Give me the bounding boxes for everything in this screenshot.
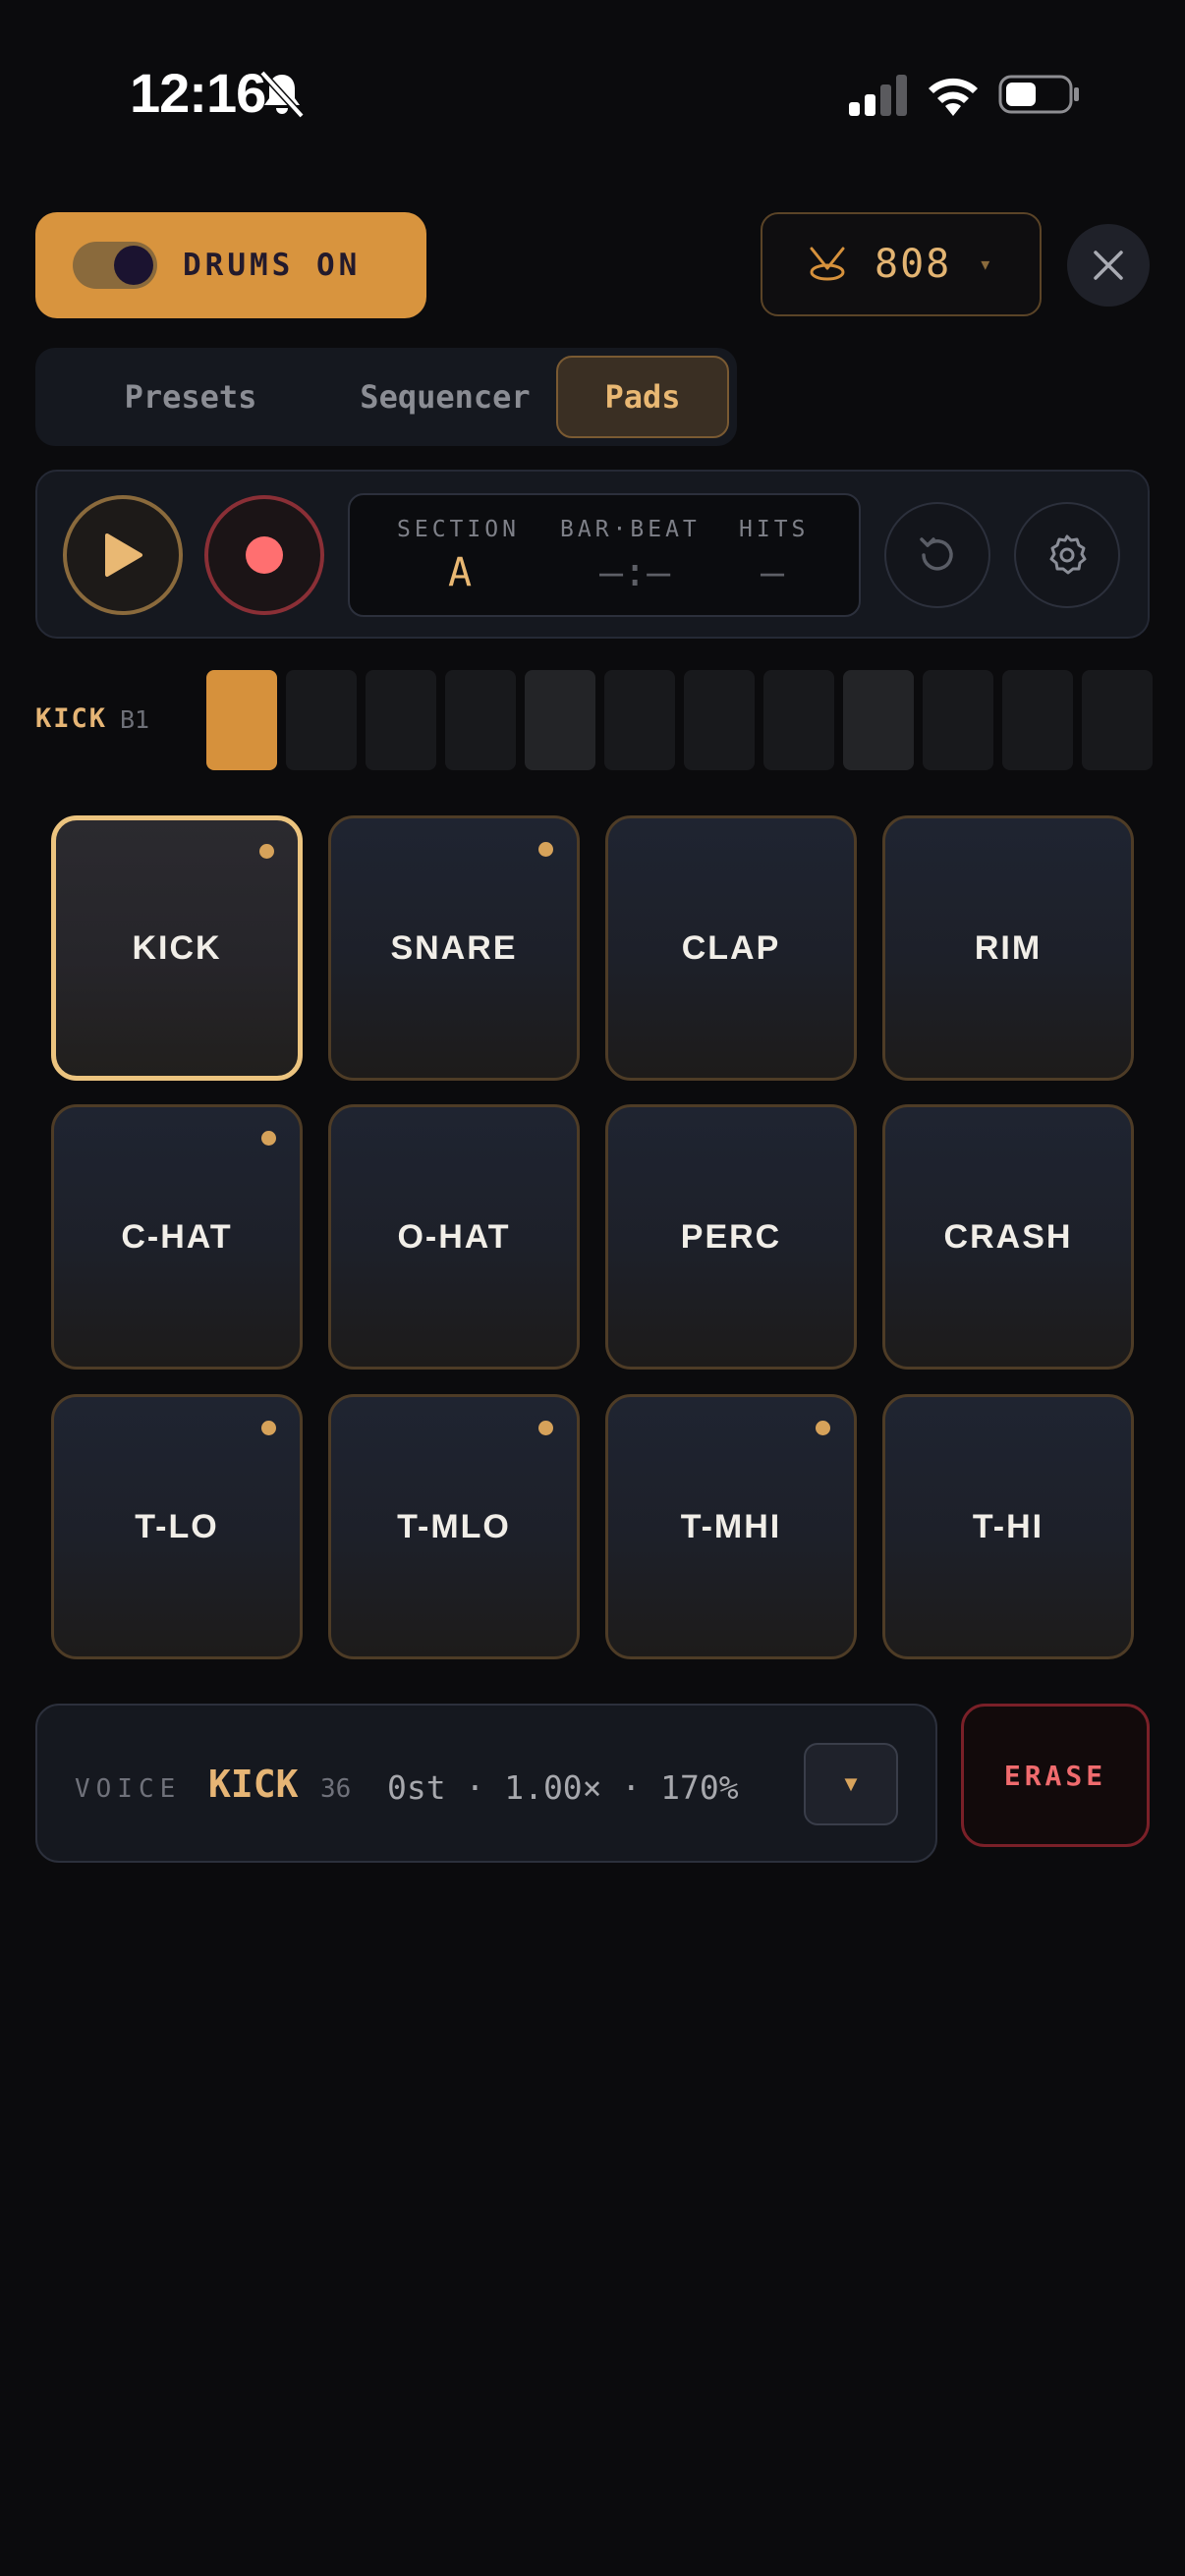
voice-note: 36 <box>320 1774 352 1804</box>
pad-t-mlo[interactable]: T-MLO <box>328 1394 580 1659</box>
pad-activity-dot <box>259 844 274 859</box>
pad-label: RIM <box>974 928 1043 967</box>
reset-button[interactable] <box>884 502 990 608</box>
pad-label: T-HI <box>972 1507 1044 1545</box>
tab-presets[interactable]: Presets <box>45 356 336 438</box>
pad-label: C-HAT <box>121 1217 233 1256</box>
pad-activity-dot <box>538 1421 553 1435</box>
close-button[interactable] <box>1067 224 1150 307</box>
step-cell[interactable] <box>445 670 516 770</box>
pad-label: T-MLO <box>397 1507 511 1545</box>
signal-icon <box>849 75 907 116</box>
step-cell[interactable] <box>1082 670 1153 770</box>
pad-kick[interactable]: KICK <box>51 815 303 1081</box>
step-cell[interactable] <box>763 670 834 770</box>
pad-activity-dot <box>538 842 553 857</box>
close-icon <box>1094 251 1123 280</box>
kit-selector[interactable]: 808 ▾ <box>761 212 1042 316</box>
pad-label: KICK <box>132 928 222 967</box>
section-value: A <box>448 550 473 595</box>
kit-value: 808 <box>875 242 952 287</box>
tab-bar: Presets Sequencer Pads <box>35 348 737 446</box>
erase-button[interactable]: ERASE <box>961 1704 1150 1847</box>
barbeat-label: BAR·BEAT <box>560 517 701 542</box>
pad-o-hat[interactable]: O-HAT <box>328 1104 580 1370</box>
pad-label: SNARE <box>390 928 518 967</box>
hits-label: HITS <box>739 517 810 542</box>
step-cell[interactable] <box>1002 670 1073 770</box>
section-label: SECTION <box>397 517 520 542</box>
pad-label: T-MHI <box>680 1507 782 1545</box>
drums-toggle-button[interactable]: DRUMS ON <box>35 212 426 318</box>
play-icon <box>105 533 142 577</box>
tab-sequencer[interactable]: Sequencer <box>295 356 595 438</box>
drums-switch[interactable] <box>73 242 157 289</box>
pad-activity-dot <box>816 1421 830 1435</box>
record-button[interactable] <box>204 495 324 615</box>
pad-t-hi[interactable]: T-HI <box>882 1394 1134 1659</box>
drums-toggle-label: DRUMS ON <box>183 248 362 283</box>
voice-dropdown-button[interactable]: ▼ <box>804 1743 898 1825</box>
step-cell[interactable] <box>684 670 755 770</box>
pad-rim[interactable]: RIM <box>882 815 1134 1081</box>
tab-pads[interactable]: Pads <box>556 356 729 438</box>
play-button[interactable] <box>63 495 183 615</box>
chevron-down-icon: ▾ <box>981 253 990 274</box>
pad-perc[interactable]: PERC <box>605 1104 857 1370</box>
step-cell[interactable] <box>604 670 675 770</box>
transport-readout: SECTION A BAR·BEAT –:– HITS – <box>348 493 861 617</box>
track-name: KICK <box>35 703 108 734</box>
pad-t-mhi[interactable]: T-MHI <box>605 1394 857 1659</box>
barbeat-value: –:– <box>599 550 671 595</box>
pad-label: T-LO <box>135 1507 219 1545</box>
settings-button[interactable] <box>1014 502 1120 608</box>
wifi-icon <box>929 78 978 116</box>
bell-slash-icon <box>259 70 305 119</box>
pad-label: CLAP <box>681 928 781 967</box>
status-time: 12:16 <box>130 62 266 124</box>
step-cell[interactable] <box>206 670 277 770</box>
switch-knob <box>114 246 153 285</box>
voice-name: KICK <box>208 1763 299 1806</box>
track-bar: B1 <box>120 705 150 734</box>
pad-activity-dot <box>261 1131 276 1146</box>
reset-icon <box>920 537 953 571</box>
pad-label: PERC <box>680 1217 782 1256</box>
step-cell[interactable] <box>366 670 436 770</box>
pad-activity-dot <box>261 1421 276 1435</box>
pad-crash[interactable]: CRASH <box>882 1104 1134 1370</box>
pad-label: O-HAT <box>397 1217 511 1256</box>
step-cell[interactable] <box>843 670 914 770</box>
pad-label: CRASH <box>943 1217 1073 1256</box>
voice-params: 0st · 1.00× · 170% <box>387 1768 739 1807</box>
pad-c-hat[interactable]: C-HAT <box>51 1104 303 1370</box>
hits-value: – <box>761 550 785 595</box>
pad-t-lo[interactable]: T-LO <box>51 1394 303 1659</box>
step-cell[interactable] <box>525 670 595 770</box>
pad-clap[interactable]: CLAP <box>605 815 857 1081</box>
voice-label: VOICE <box>75 1774 182 1804</box>
gear-icon <box>1049 534 1087 575</box>
drum-icon <box>810 247 845 281</box>
battery-icon <box>998 75 1079 114</box>
record-icon <box>246 536 283 574</box>
step-cell[interactable] <box>286 670 357 770</box>
pad-snare[interactable]: SNARE <box>328 815 580 1081</box>
step-cell[interactable] <box>923 670 993 770</box>
